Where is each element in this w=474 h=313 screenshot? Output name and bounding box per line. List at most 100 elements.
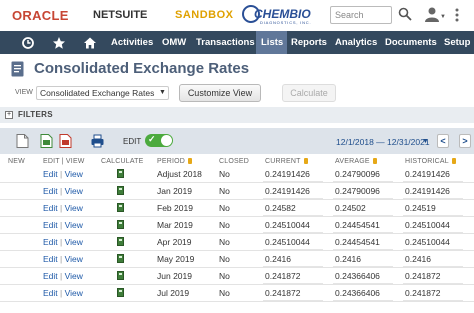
date-range-filter[interactable]: 12/1/2018 — 12/31/2021 bbox=[336, 137, 430, 147]
current-rate-cell[interactable]: 0.24510044 bbox=[265, 220, 310, 230]
historical-rate-cell[interactable]: 0.241872 bbox=[405, 271, 440, 281]
view-link[interactable]: View bbox=[65, 203, 83, 213]
calculator-icon[interactable] bbox=[117, 271, 124, 280]
home-icon[interactable] bbox=[83, 36, 97, 50]
edit-link[interactable]: Edit bbox=[43, 237, 58, 247]
view-link[interactable]: View bbox=[65, 237, 83, 247]
current-rate-cell[interactable]: 0.24191426 bbox=[265, 186, 310, 196]
historical-rate-cell[interactable]: 0.241872 bbox=[405, 288, 440, 298]
sort-icon bbox=[303, 158, 308, 164]
calculator-icon[interactable] bbox=[117, 220, 124, 229]
nav-activities[interactable]: Activities bbox=[111, 31, 153, 54]
average-rate-cell[interactable]: 0.24790096 bbox=[335, 169, 380, 179]
edit-link[interactable]: Edit bbox=[43, 254, 58, 264]
global-search-input[interactable]: Search bbox=[330, 6, 392, 24]
next-page-button[interactable]: > bbox=[459, 134, 471, 148]
calculator-icon[interactable] bbox=[117, 288, 124, 297]
column-header-period[interactable]: PERIOD bbox=[157, 158, 193, 165]
period-cell[interactable]: Apr 2019 bbox=[157, 237, 192, 247]
current-rate-cell[interactable]: 0.24191426 bbox=[265, 169, 310, 179]
current-rate-cell[interactable]: 0.24582 bbox=[265, 203, 296, 213]
print-icon[interactable] bbox=[91, 134, 104, 148]
current-rate-cell[interactable]: 0.2416 bbox=[265, 254, 291, 264]
previous-page-button[interactable]: < bbox=[437, 134, 449, 148]
edit-link[interactable]: Edit bbox=[43, 186, 58, 196]
export-csv-icon[interactable] bbox=[40, 134, 53, 148]
nav-analytics[interactable]: Analytics bbox=[335, 31, 377, 54]
view-link[interactable]: View bbox=[65, 169, 83, 179]
historical-rate-cell[interactable]: 0.24191426 bbox=[405, 169, 450, 179]
nav-lists[interactable]: Lists bbox=[256, 31, 287, 54]
edit-view-links: Edit | View bbox=[43, 237, 83, 247]
nav-reports[interactable]: Reports bbox=[291, 31, 327, 54]
column-header-average[interactable]: AVERAGE bbox=[335, 158, 377, 165]
historical-rate-cell[interactable]: 0.24191426 bbox=[405, 186, 450, 196]
view-link[interactable]: View bbox=[65, 288, 83, 298]
edit-link[interactable]: Edit bbox=[43, 203, 58, 213]
field-underline bbox=[403, 266, 463, 267]
field-underline bbox=[333, 266, 393, 267]
average-rate-cell[interactable]: 0.2416 bbox=[335, 254, 361, 264]
view-link[interactable]: View bbox=[65, 271, 83, 281]
period-cell[interactable]: Jan 2019 bbox=[157, 186, 192, 196]
historical-rate-cell[interactable]: 0.24510044 bbox=[405, 237, 450, 247]
role-menu-icon[interactable] bbox=[424, 6, 440, 22]
historical-rate-cell[interactable]: 0.24510044 bbox=[405, 220, 450, 230]
filters-bar[interactable]: + FILTERS bbox=[0, 107, 474, 123]
closed-cell: No bbox=[219, 271, 230, 281]
more-options-icon[interactable] bbox=[455, 8, 459, 22]
historical-rate-cell[interactable]: 0.2416 bbox=[405, 254, 431, 264]
view-link[interactable]: View bbox=[65, 186, 83, 196]
new-document-icon[interactable] bbox=[16, 134, 29, 148]
nav-documents[interactable]: Documents bbox=[385, 31, 437, 54]
calculate-button[interactable]: Calculate bbox=[282, 84, 336, 102]
period-cell[interactable]: Feb 2019 bbox=[157, 203, 193, 213]
edit-link[interactable]: Edit bbox=[43, 288, 58, 298]
field-underline bbox=[333, 181, 393, 182]
search-icon[interactable] bbox=[398, 7, 412, 21]
calculator-icon[interactable] bbox=[117, 169, 124, 178]
edit-link[interactable]: Edit bbox=[43, 169, 58, 179]
current-rate-cell[interactable]: 0.241872 bbox=[265, 271, 300, 281]
view-link[interactable]: View bbox=[65, 254, 83, 264]
nav-setup[interactable]: Setup bbox=[444, 31, 470, 54]
expand-filters-icon[interactable]: + bbox=[5, 111, 13, 119]
calculator-icon[interactable] bbox=[117, 254, 124, 263]
average-rate-cell[interactable]: 0.24502 bbox=[335, 203, 366, 213]
calculator-icon[interactable] bbox=[117, 186, 124, 195]
inline-edit-toggle[interactable]: ✓ bbox=[145, 134, 173, 147]
calculator-icon[interactable] bbox=[117, 237, 124, 246]
period-cell[interactable]: Jun 2019 bbox=[157, 271, 192, 281]
edit-link[interactable]: Edit bbox=[43, 271, 58, 281]
period-cell[interactable]: Mar 2019 bbox=[157, 220, 193, 230]
average-rate-cell[interactable]: 0.24454541 bbox=[335, 237, 380, 247]
historical-rate-cell[interactable]: 0.24519 bbox=[405, 203, 436, 213]
chevron-down-icon[interactable]: ▼ bbox=[440, 14, 446, 20]
average-rate-cell[interactable]: 0.24366406 bbox=[335, 271, 380, 281]
customize-view-button[interactable]: Customize View bbox=[179, 84, 261, 102]
inline-edit-label: EDIT bbox=[123, 137, 142, 146]
period-cell[interactable]: Jul 2019 bbox=[157, 288, 189, 298]
star-icon[interactable] bbox=[52, 36, 66, 50]
edit-link[interactable]: Edit bbox=[43, 220, 58, 230]
average-rate-cell[interactable]: 0.24366406 bbox=[335, 288, 380, 298]
view-select[interactable]: Consolidated Exchange Rates ▼ bbox=[36, 86, 169, 100]
column-header-current[interactable]: CURRENT bbox=[265, 158, 308, 165]
average-rate-cell[interactable]: 0.24790096 bbox=[335, 186, 380, 196]
column-header-closed[interactable]: CLOSED bbox=[219, 158, 249, 165]
average-rate-cell[interactable]: 0.24454541 bbox=[335, 220, 380, 230]
nav-transactions[interactable]: Transactions bbox=[196, 31, 255, 54]
export-pdf-icon[interactable] bbox=[59, 134, 72, 148]
link-separator: | bbox=[60, 203, 63, 213]
column-header-historical[interactable]: HISTORICAL bbox=[405, 158, 456, 165]
calculator-icon[interactable] bbox=[117, 203, 124, 212]
recent-icon[interactable] bbox=[21, 36, 35, 50]
view-link[interactable]: View bbox=[65, 220, 83, 230]
current-rate-cell[interactable]: 0.24510044 bbox=[265, 237, 310, 247]
period-cell[interactable]: Adjust 2018 bbox=[157, 169, 202, 179]
nav-omw[interactable]: OMW bbox=[162, 31, 186, 54]
chevron-down-icon[interactable]: ▼ bbox=[422, 138, 429, 145]
link-separator: | bbox=[60, 169, 63, 179]
current-rate-cell[interactable]: 0.241872 bbox=[265, 288, 300, 298]
period-cell[interactable]: May 2019 bbox=[157, 254, 194, 264]
